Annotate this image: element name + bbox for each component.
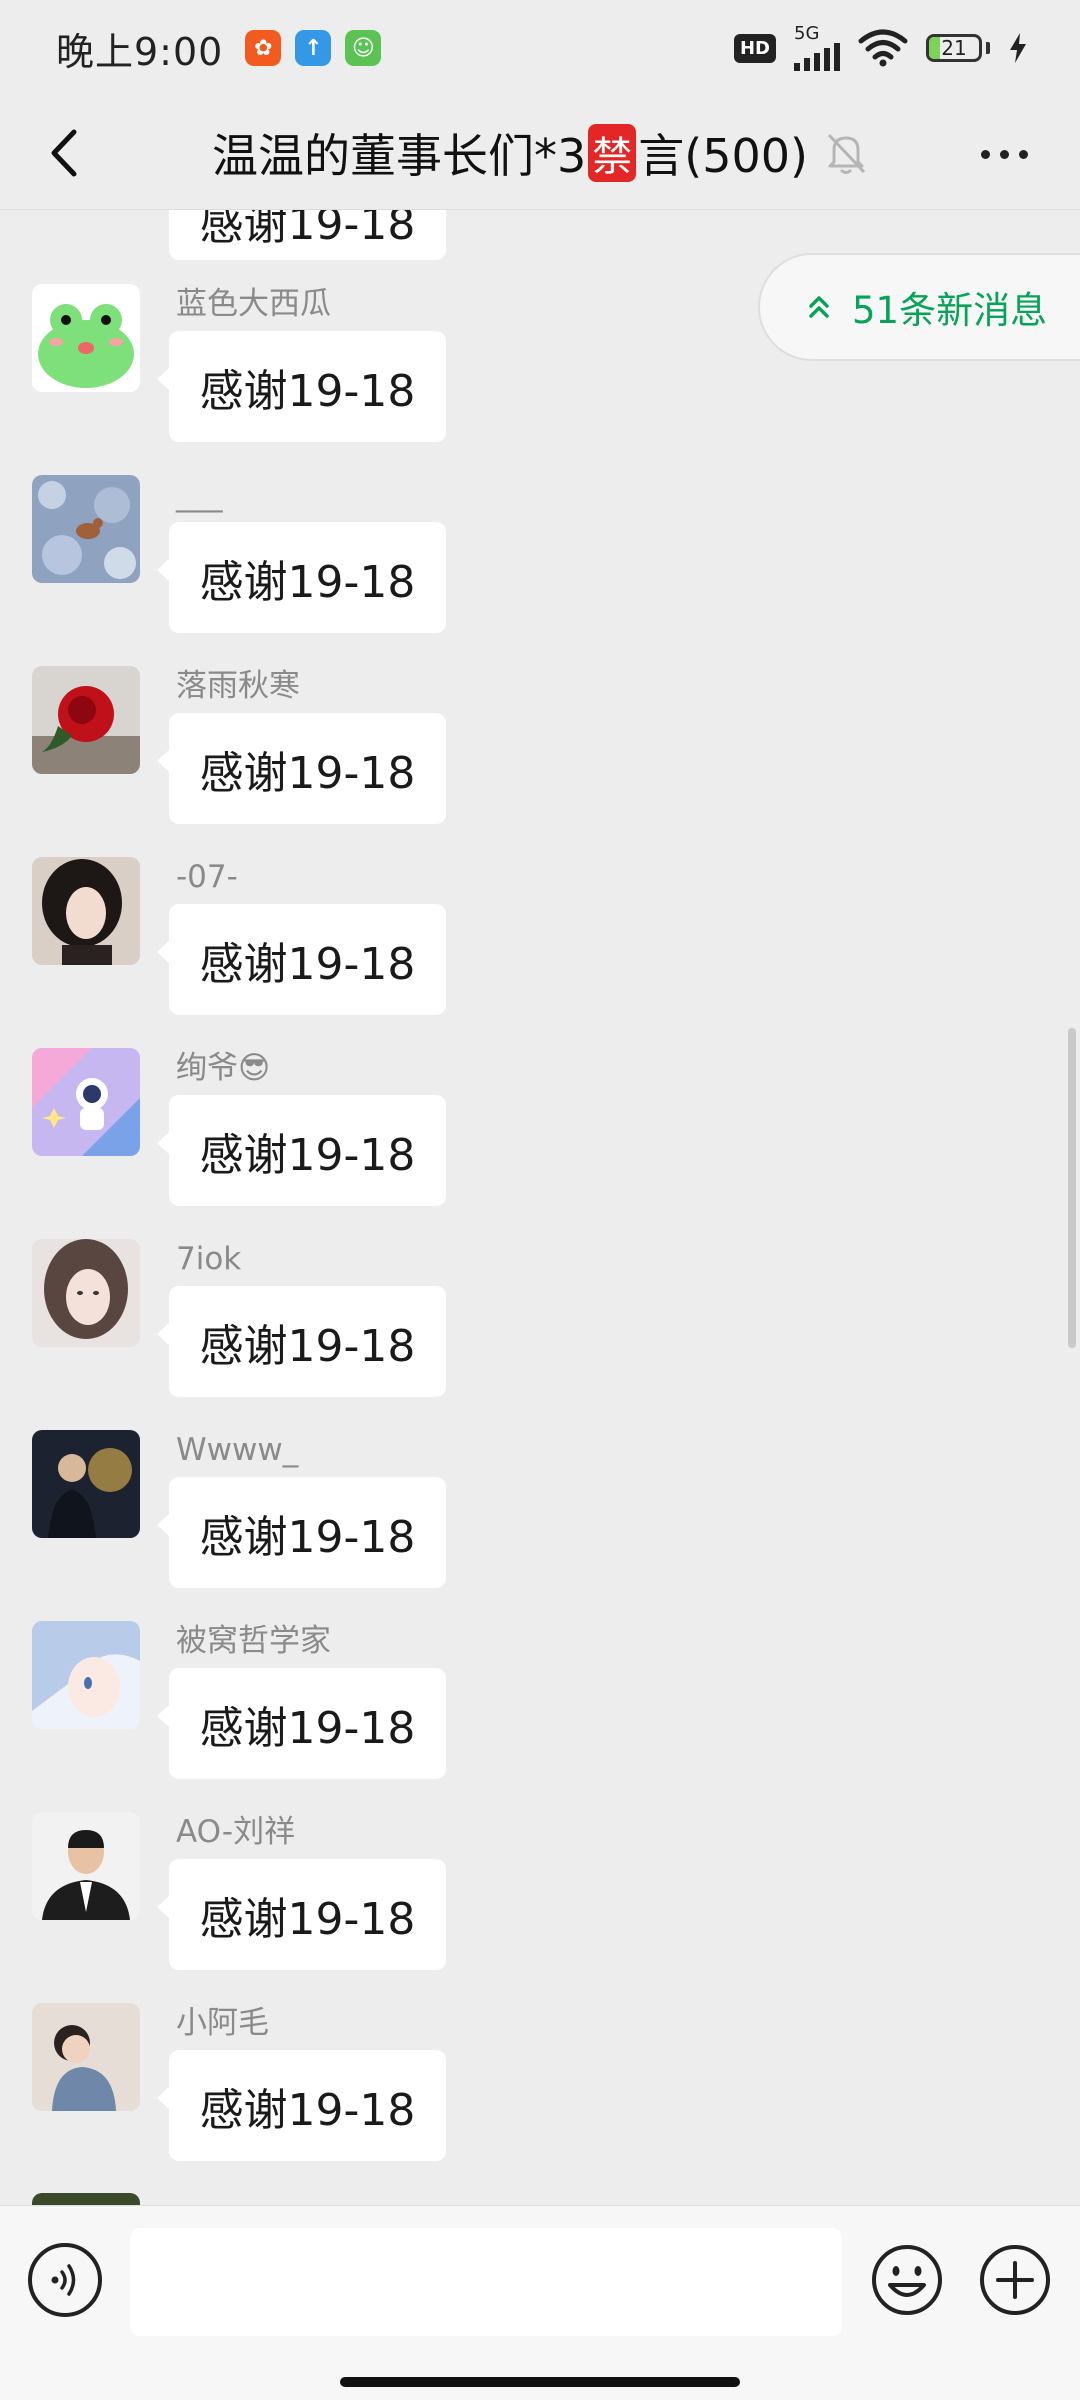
avatar[interactable]: [32, 284, 140, 392]
message-bubble[interactable]: 感谢19-18: [157, 2050, 446, 2161]
home-indicator[interactable]: [340, 2377, 740, 2387]
message-list[interactable]: 感谢19-18 蓝色大西瓜 感谢19-18 ___ 感谢19-18 落雨秋寒 感…: [0, 210, 1080, 2205]
avatar[interactable]: [32, 1430, 140, 1538]
wifi-icon: [858, 29, 908, 67]
girl-selfie-avatar-image: [32, 1239, 140, 1347]
message-row: 被窝哲学家 感谢19-18: [0, 1621, 1080, 1812]
double-chevron-up-icon: [809, 296, 829, 318]
battery-cap: [986, 42, 990, 54]
avatar[interactable]: [32, 1621, 140, 1729]
avatar[interactable]: [32, 475, 140, 583]
message-bubble[interactable]: 感谢19-18: [157, 1095, 446, 1206]
avatar[interactable]: [32, 1048, 140, 1156]
avatar[interactable]: [32, 2193, 140, 2205]
avatar[interactable]: [32, 2003, 140, 2111]
message-text: 感谢19-18: [199, 210, 416, 250]
astronaut-avatar-image: [32, 1048, 140, 1156]
title-suffix: 言(500): [638, 129, 808, 183]
message-bubble[interactable]: 感谢19-18: [157, 713, 446, 824]
battery-fill: [929, 37, 940, 59]
avatar[interactable]: [32, 857, 140, 965]
sender-name: -07-: [176, 859, 238, 895]
sender-name: 被窝哲学家: [176, 1623, 331, 1659]
message-bubble[interactable]: 感谢19-18: [157, 1477, 446, 1588]
chat-header: 温温的董事长们*3 禁 言(500): [0, 96, 1080, 210]
sender-name: Wwww_: [176, 1432, 299, 1468]
status-bar: 晚上9:00 ✿ ↑ ☺ HD 5G 21: [0, 0, 1080, 96]
more-dot: [1018, 149, 1028, 159]
message-bubble[interactable]: 感谢19-18: [157, 522, 446, 633]
signal-icon: 5G: [794, 25, 840, 71]
network-type: 5G: [794, 23, 820, 44]
message-row: -07- 感谢19-18: [0, 857, 1080, 1048]
voice-button[interactable]: [28, 2243, 102, 2317]
back-button[interactable]: [38, 126, 88, 180]
avatar[interactable]: [32, 1812, 140, 1920]
message-bubble[interactable]: 感谢19-18: [157, 1668, 446, 1779]
sender-name: 绚爷😎: [176, 1050, 271, 1086]
input-bar: [0, 2205, 1080, 2400]
rose-avatar-image: [32, 666, 140, 774]
hd-icon: HD: [733, 33, 776, 63]
sender-name: 落雨秋寒: [176, 668, 300, 704]
app-notification-icon: ✿: [245, 30, 282, 66]
message-row: 7iok 感谢19-18: [0, 1239, 1080, 1430]
charging-icon: [1010, 33, 1026, 63]
message-bubble[interactable]: 感谢19-18: [157, 331, 446, 442]
title-prefix: 温温的董事长们*3: [212, 129, 587, 183]
message-row: 落雨秋寒 感谢19-18: [0, 666, 1080, 857]
frog-avatar-image: [32, 284, 140, 392]
battery-icon: 21: [926, 34, 982, 62]
message-row: ___ 感谢19-18: [0, 475, 1080, 666]
sender-name: 小阿毛: [176, 2005, 269, 2041]
message-row: 小阿毛 感谢19-18: [0, 2003, 1080, 2194]
new-messages-button[interactable]: 51条新消息: [758, 253, 1080, 361]
sender-name: ___: [176, 477, 223, 513]
status-time: 晚上9:00: [56, 29, 224, 74]
sender-name: AO-刘祥: [176, 1814, 296, 1850]
chevron-left-icon: [51, 129, 77, 177]
new-messages-label: 51条新消息: [852, 289, 1048, 332]
night-photo-avatar-image: [32, 1430, 140, 1538]
sender-name: 蓝色大西瓜: [176, 286, 331, 322]
message-row: 绚爷😎 感谢19-18: [0, 1048, 1080, 1239]
upload-notification-icon: ↑: [295, 30, 332, 66]
anime-girl-avatar-image: [32, 1621, 140, 1729]
title-ban-emoji: 禁: [588, 124, 637, 182]
message-bubble[interactable]: 感谢19-18: [169, 210, 446, 260]
more-dots-icon: [980, 149, 990, 159]
message-bubble[interactable]: 感谢19-18: [157, 1286, 446, 1397]
more-dot: [999, 149, 1009, 159]
message-row: AO-刘祥 感谢19-18: [0, 1812, 1080, 2003]
message-input[interactable]: [130, 2228, 842, 2336]
voice-icon: [51, 2264, 76, 2296]
bell-off-icon: [827, 133, 866, 174]
avatar[interactable]: [32, 666, 140, 774]
message-bubble[interactable]: 感谢19-18: [157, 1859, 446, 1970]
avatar[interactable]: [32, 1239, 140, 1347]
sender-name: 7iok: [176, 1241, 242, 1277]
scrollbar[interactable]: [1068, 1028, 1076, 1348]
chat-title: 温温的董事长们*3 禁 言(500): [210, 96, 810, 210]
plus-circle-icon[interactable]: [978, 2243, 1052, 2317]
message-row: Wwww_ 感谢19-18: [0, 1430, 1080, 1621]
snow-dog-avatar-image: [32, 475, 140, 583]
emoji-icon[interactable]: [870, 2243, 944, 2317]
more-options-button[interactable]: [972, 132, 1036, 176]
baby-avatar-image: [32, 2003, 140, 2111]
game-notification-icon: ☺: [345, 30, 382, 66]
battery-level: 21: [941, 36, 967, 60]
message-bubble[interactable]: 感谢19-18: [157, 904, 446, 1015]
status-bar-right: HD 5G 21: [733, 25, 1028, 71]
girl-portrait-avatar-image: [32, 857, 140, 965]
status-bar-left: 晚上9:00 ✿ ↑ ☺: [56, 21, 382, 76]
man-suit-avatar-image: [32, 1812, 140, 1920]
